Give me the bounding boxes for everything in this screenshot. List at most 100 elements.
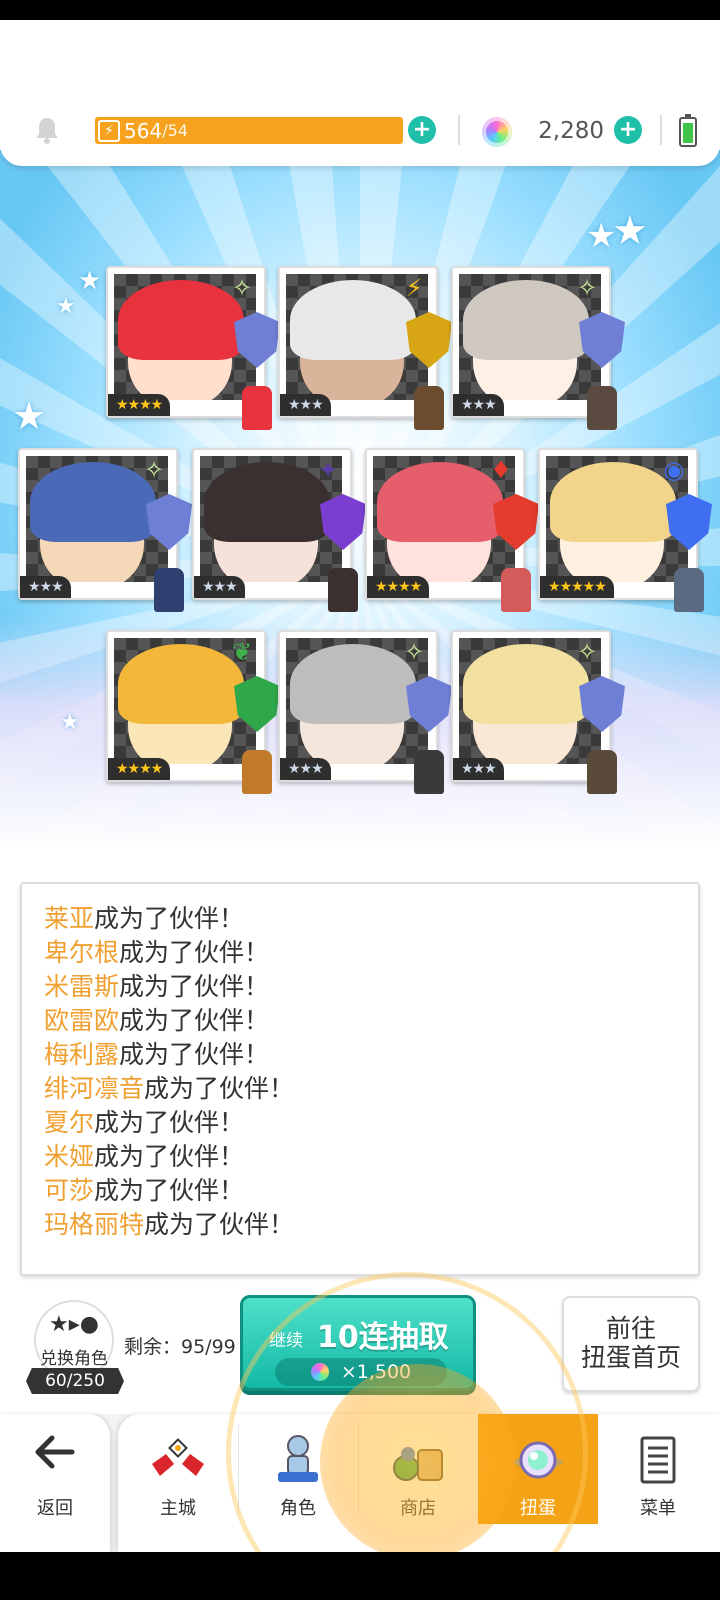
- back-button[interactable]: 返回: [0, 1414, 110, 1552]
- battery-icon: [679, 114, 697, 147]
- character-card[interactable]: ✧ ★★★: [451, 266, 625, 430]
- log-line: 米雷斯成为了伙伴！: [44, 970, 676, 1004]
- tab-shop[interactable]: 商店: [358, 1414, 478, 1524]
- rarity-stars: ★★★: [453, 394, 504, 416]
- character-name: 莱亚: [44, 904, 95, 933]
- log-line: 梅利露成为了伙伴！: [44, 1038, 676, 1072]
- tab-characters-label: 角色: [280, 1498, 316, 1519]
- sparkle-star-icon: ★: [60, 710, 80, 735]
- character-hair: [463, 644, 589, 724]
- resource-bar: ⚡ 564 /54 + 2,280 +: [0, 20, 720, 166]
- log-line: 莱亚成为了伙伴！: [44, 902, 676, 936]
- rarity-stars: ★★★★: [367, 576, 430, 598]
- tab-menu[interactable]: 菜单: [598, 1414, 718, 1524]
- bell-icon[interactable]: [34, 116, 60, 144]
- element-icon: ✦: [317, 456, 339, 484]
- log-suffix: 成为了伙伴！: [94, 904, 245, 933]
- go-home-line2: 扭蛋首页: [580, 1343, 681, 1372]
- gem-icon: [482, 117, 512, 147]
- character-card[interactable]: ✧ ★★★: [278, 630, 452, 794]
- arrow-left-icon: [35, 1435, 75, 1469]
- log-line: 卑尔根成为了伙伴！: [44, 936, 676, 970]
- character-name: 梅利露: [44, 1040, 120, 1069]
- character-name: 玛格丽特: [44, 1210, 145, 1239]
- pull-cost: ×1,500: [275, 1358, 447, 1386]
- character-name: 可莎: [44, 1176, 95, 1205]
- system-navigation-area: [0, 1552, 720, 1600]
- log-line: 米娅成为了伙伴！: [44, 1140, 676, 1174]
- character-hair: [118, 644, 244, 724]
- nav-tab-bar: 主城 角色 商店 扭蛋 菜单: [118, 1414, 720, 1552]
- character-card[interactable]: ✧ ★★★: [451, 630, 625, 794]
- go-gacha-home-button[interactable]: 前往 扭蛋首页: [562, 1296, 700, 1392]
- exchange-count: 60/250: [26, 1368, 124, 1394]
- rarity-stars: ★★★: [280, 394, 331, 416]
- chibi-sprite: [674, 568, 704, 612]
- log-suffix: 成为了伙伴！: [94, 1176, 245, 1205]
- stamina-max: /54: [162, 121, 188, 140]
- tab-shop-label: 商店: [400, 1498, 436, 1519]
- sparkle-star-icon: ★: [612, 208, 648, 254]
- character-card[interactable]: ◉ ★★★★★: [538, 448, 712, 612]
- rarity-stars: ★★★★: [108, 394, 171, 416]
- log-suffix: 成为了伙伴！: [94, 1108, 245, 1137]
- chibi-sprite: [242, 750, 272, 794]
- character-name: 卑尔根: [44, 938, 120, 967]
- chibi-sprite: [154, 568, 184, 612]
- gem-icon: [310, 1363, 329, 1381]
- gacha-result-screen: ★ ★ ★ ★ ★ ★ ✧ ★★★★ ⚡ ★★★ ✧ ★★★ ✧ ★★★ ✦ ★★★ ♦ ★★★★ ◉ ★…: [0, 0, 720, 1600]
- character-hair: [550, 462, 676, 542]
- gacha-result-banner: ★ ★ ★ ★ ★ ★ ✧ ★★★★ ⚡ ★★★ ✧ ★★★ ✧ ★★★ ✦ ★★★ ♦ ★★★★ ◉ ★…: [0, 150, 720, 876]
- element-icon: ✧: [231, 274, 253, 302]
- pull-10-label: 10连抽取: [317, 1320, 449, 1355]
- chibi-sprite: [501, 568, 531, 612]
- log-line: 可莎成为了伙伴！: [44, 1174, 676, 1208]
- log-suffix: 成为了伙伴！: [119, 972, 270, 1001]
- chibi-sprite: [414, 386, 444, 430]
- character-name: 绯河凛音: [44, 1074, 145, 1103]
- go-home-line1: 前往: [605, 1314, 656, 1343]
- shop-bag-icon: [393, 1447, 443, 1481]
- log-suffix: 成为了伙伴！: [144, 1074, 295, 1103]
- chibi-sprite: [587, 386, 617, 430]
- character-card[interactable]: ✧ ★★★: [18, 448, 192, 612]
- chibi-sprite: [587, 750, 617, 794]
- character-name: 欧雷欧: [44, 1006, 120, 1035]
- log-line: 玛格丽特成为了伙伴！: [44, 1208, 676, 1242]
- element-icon: ◉: [663, 456, 685, 484]
- tab-gacha[interactable]: 扭蛋: [478, 1414, 598, 1524]
- add-stamina-button[interactable]: +: [408, 116, 436, 144]
- character-card[interactable]: ♦ ★★★★: [365, 448, 539, 612]
- rarity-stars: ★★★: [280, 758, 331, 780]
- character-card[interactable]: ❦ ★★★★: [106, 630, 280, 794]
- character-hair: [463, 280, 589, 360]
- tab-main-city[interactable]: 主城: [118, 1414, 238, 1524]
- rarity-stars: ★★★★★: [540, 576, 614, 598]
- castle-icon: [152, 1438, 204, 1476]
- chibi-sprite: [242, 386, 272, 430]
- exchange-character-button[interactable]: ★▸● 兑换角色 60/250: [24, 1300, 124, 1394]
- remaining-count: 剩余：95/99: [124, 1336, 236, 1358]
- character-card[interactable]: ✦ ★★★: [192, 448, 366, 612]
- tab-gacha-label: 扭蛋: [520, 1498, 556, 1519]
- rarity-stars: ★★★: [20, 576, 71, 598]
- sparkle-star-icon: ★: [12, 394, 47, 438]
- pull-10-button[interactable]: 继续 10连抽取 ×1,500: [240, 1295, 476, 1391]
- sparkle-star-icon: ★: [56, 294, 76, 319]
- log-suffix: 成为了伙伴！: [94, 1142, 245, 1171]
- character-name: 米雷斯: [44, 972, 120, 1001]
- log-suffix: 成为了伙伴！: [119, 1040, 270, 1069]
- stamina-current: 564: [124, 118, 163, 143]
- sparkle-star-icon: ★: [78, 266, 102, 296]
- element-icon: ♦: [490, 456, 512, 484]
- character-card[interactable]: ✧ ★★★★: [106, 266, 280, 430]
- character-hair: [290, 280, 416, 360]
- add-gems-button[interactable]: +: [614, 116, 642, 144]
- character-card[interactable]: ⚡ ★★★: [278, 266, 452, 430]
- tab-characters[interactable]: 角色: [238, 1414, 358, 1524]
- chibi-sprite: [328, 568, 358, 612]
- back-label: 返回: [37, 1498, 73, 1519]
- rarity-stars: ★★★: [194, 576, 245, 598]
- log-line: 绯河凛音成为了伙伴！: [44, 1072, 676, 1106]
- character-hair: [204, 462, 330, 542]
